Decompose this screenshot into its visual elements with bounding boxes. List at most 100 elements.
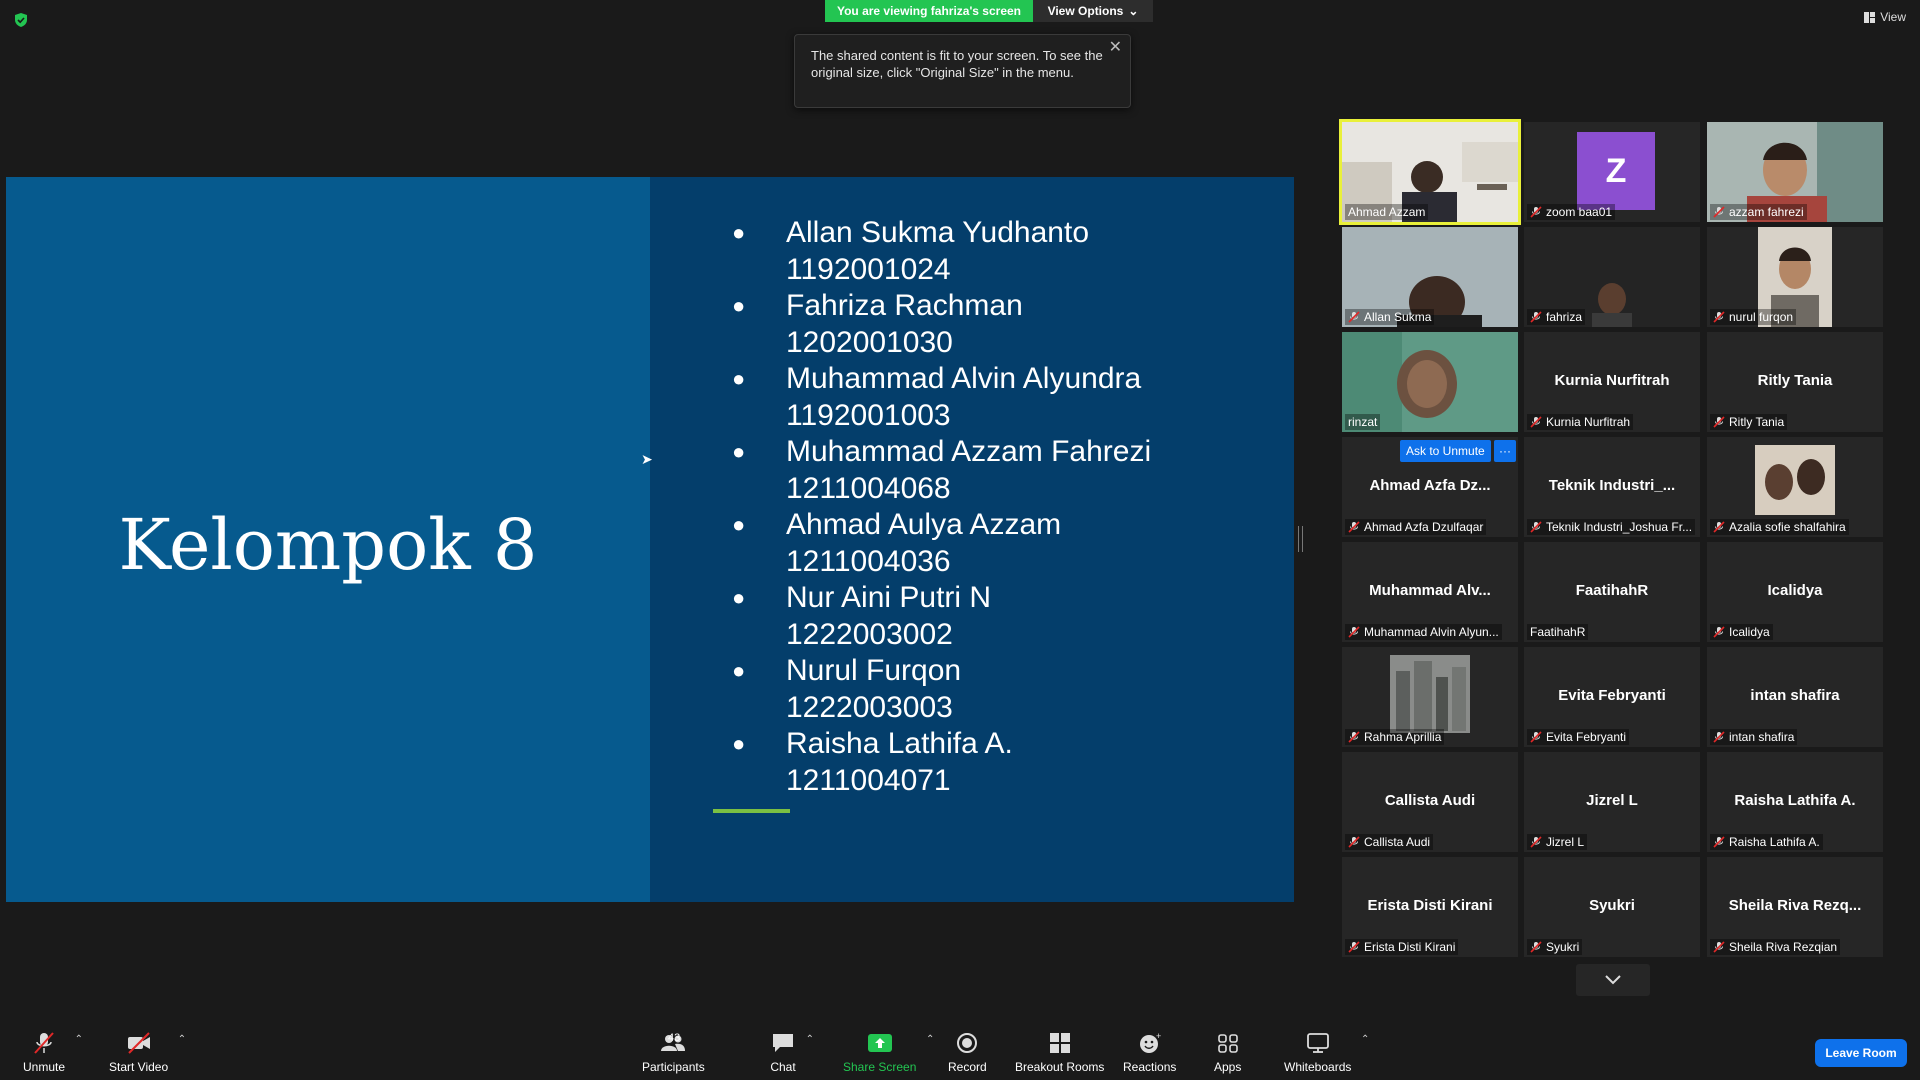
microphone-muted-icon [1348, 836, 1360, 848]
participant-name: Ritly Tania [1729, 415, 1785, 429]
participant-name-label: intan shafira [1710, 729, 1798, 745]
participant-name: Evita Febryanti [1546, 730, 1627, 744]
accent-line [713, 809, 790, 813]
participant-tile[interactable]: intan shafira intan shafira [1707, 647, 1883, 747]
participant-tile[interactable]: Zzoom baa01 [1524, 122, 1700, 222]
participant-tile[interactable]: Muhammad Alv... Muhammad Alvin Alyun... [1342, 542, 1518, 642]
participant-tile[interactable]: Evita Febryanti Evita Febryanti [1524, 647, 1700, 747]
chat-button[interactable]: Chat ⌃ [770, 1032, 814, 1074]
participant-display-name: FaatihahR [1575, 582, 1649, 599]
participant-tile[interactable]: rinzat [1342, 332, 1518, 432]
video-options-caret-icon[interactable]: ⌃ [178, 1034, 186, 1045]
chat-bubble-icon [773, 1034, 793, 1052]
participant-tile[interactable]: Icalidya Icalidya [1707, 542, 1883, 642]
more-options-button[interactable]: ··· [1494, 440, 1516, 462]
participant-tile[interactable]: Azalia sofie shalfahira [1707, 437, 1883, 537]
unmute-button[interactable]: Unmute ⌃ [23, 1032, 83, 1074]
view-options-button[interactable]: View Options ⌄ [1033, 0, 1153, 22]
participant-display-name: Muhammad Alv... [1369, 582, 1491, 599]
participant-name-label: Raisha Lathifa A. [1710, 834, 1823, 850]
close-icon[interactable]: ✕ [1109, 39, 1122, 56]
microphone-muted-icon [1530, 731, 1542, 743]
participant-tile[interactable]: Ahmad Azzam [1339, 119, 1521, 225]
apps-button[interactable]: Apps [1214, 1032, 1241, 1074]
audio-options-caret-icon[interactable]: ⌃ [75, 1034, 83, 1045]
bullet-icon: ● [732, 220, 746, 245]
grid-view-icon [1864, 11, 1876, 23]
breakout-rooms-button[interactable]: Breakout Rooms [1015, 1032, 1104, 1074]
member-item: ● Allan Sukma Yudhanto 1192001024 [730, 215, 1151, 288]
ask-to-unmute-button[interactable]: Ask to Unmute [1400, 440, 1491, 462]
reactions-button[interactable]: + Reactions [1123, 1032, 1176, 1074]
participants-button[interactable]: 43 Participants [642, 1032, 705, 1074]
member-text: Fahriza Rachman 1202001030 [786, 288, 1023, 361]
participant-tile[interactable]: Callista Audi Callista Audi [1342, 752, 1518, 852]
participant-tile[interactable]: FaatihahR FaatihahR [1524, 542, 1700, 642]
record-button[interactable]: Record [948, 1032, 987, 1074]
participant-name-label: Evita Febryanti [1527, 729, 1630, 745]
security-shield-icon[interactable] [14, 13, 28, 27]
participant-tile[interactable]: Rahma Aprillia [1342, 647, 1518, 747]
whiteboards-options-caret-icon[interactable]: ⌃ [1361, 1034, 1369, 1045]
participant-name-label: nurul furqon [1710, 309, 1797, 325]
microphone-muted-icon [1713, 941, 1725, 953]
participant-tile[interactable]: Ritly Tania Ritly Tania [1707, 332, 1883, 432]
participant-tile[interactable]: azzam fahrezi [1707, 122, 1883, 222]
whiteboards-button[interactable]: Whiteboards ⌃ [1284, 1032, 1369, 1074]
microphone-muted-icon [1713, 521, 1725, 533]
start-video-button[interactable]: Start Video ⌃ [109, 1032, 186, 1074]
participant-tile[interactable]: Sheila Riva Rezq... Sheila Riva Rezqian [1707, 857, 1883, 957]
member-name: Muhammad Azzam Fahrezi [786, 435, 1152, 468]
chat-options-caret-icon[interactable]: ⌃ [806, 1034, 814, 1045]
participant-name-label: Ahmad Azfa Dzulfaqar [1345, 519, 1487, 535]
view-button[interactable]: View [1864, 10, 1906, 24]
member-id: 1202001030 [786, 325, 953, 359]
member-id: 1192001003 [786, 398, 951, 432]
share-options-caret-icon[interactable]: ⌃ [926, 1034, 934, 1045]
participant-tile[interactable]: Jizrel L Jizrel L [1524, 752, 1700, 852]
member-text: Muhammad Alvin Alyundra 1192001003 [786, 361, 1141, 434]
microphone-muted-icon [1348, 311, 1360, 323]
participant-tile[interactable]: Raisha Lathifa A. Raisha Lathifa A. [1707, 752, 1883, 852]
slide-title: Kelompok 8 [118, 503, 538, 586]
participant-tile[interactable]: Syukri Syukri [1524, 857, 1700, 957]
participant-tile[interactable]: Teknik Industri_... Teknik Industri_Joshu… [1524, 437, 1700, 537]
participant-tile[interactable]: Erista Disti Kirani Erista Disti Kirani [1342, 857, 1518, 957]
apps-icon [1217, 1034, 1238, 1053]
participant-name: rinzat [1348, 415, 1378, 429]
fit-screen-tooltip: The shared content is fit to your screen… [794, 34, 1131, 108]
microphone-muted-icon [1348, 941, 1360, 953]
participant-tile[interactable]: Kurnia Nurfitrah Kurnia Nurfitrah [1524, 332, 1700, 432]
participant-tile[interactable]: Allan Sukma [1342, 227, 1518, 327]
reactions-smiley-icon: + [1139, 1032, 1161, 1053]
chevron-down-icon [1605, 975, 1621, 985]
participant-name-label: Sheila Riva Rezqian [1710, 939, 1841, 955]
participant-name-label: zoom baa01 [1527, 204, 1616, 220]
participant-name: Callista Audi [1364, 835, 1431, 849]
member-text: Allan Sukma Yudhanto 1192001024 [786, 215, 1089, 288]
share-screen-button[interactable]: Share Screen ⌃ [843, 1032, 934, 1074]
leave-room-button[interactable]: Leave Room [1815, 1039, 1907, 1067]
member-name: Ahmad Aulya Azzam [786, 508, 1062, 541]
microphone-muted-icon [1530, 941, 1542, 953]
participant-name-label: Jizrel L [1527, 834, 1588, 850]
record-icon [957, 1033, 978, 1053]
whiteboards-label: Whiteboards [1284, 1060, 1352, 1074]
breakout-rooms-label: Breakout Rooms [1015, 1060, 1105, 1074]
participant-name: zoom baa01 [1546, 205, 1613, 219]
participant-name: Rahma Aprillia [1364, 730, 1442, 744]
resize-splitter[interactable] [1298, 526, 1303, 552]
participant-display-name: Syukri [1589, 897, 1635, 914]
member-text: Nurul Furqon 1222003003 [786, 653, 961, 726]
microphone-muted-icon [1530, 836, 1542, 848]
participants-count: 43 [668, 1032, 681, 1044]
participant-tile[interactable]: fahriza [1524, 227, 1700, 327]
participant-name-label: Erista Disti Kirani [1345, 939, 1459, 955]
participant-name: Erista Disti Kirani [1364, 940, 1456, 954]
microphone-muted-icon [1530, 311, 1542, 323]
microphone-muted-icon [1530, 416, 1542, 428]
gallery-scroll-down-button[interactable] [1576, 964, 1650, 996]
participant-name-label: FaatihahR [1527, 624, 1589, 640]
member-item: ● Raisha Lathifa A. 1211004071 [730, 726, 1151, 799]
participant-tile[interactable]: nurul furqon [1707, 227, 1883, 327]
